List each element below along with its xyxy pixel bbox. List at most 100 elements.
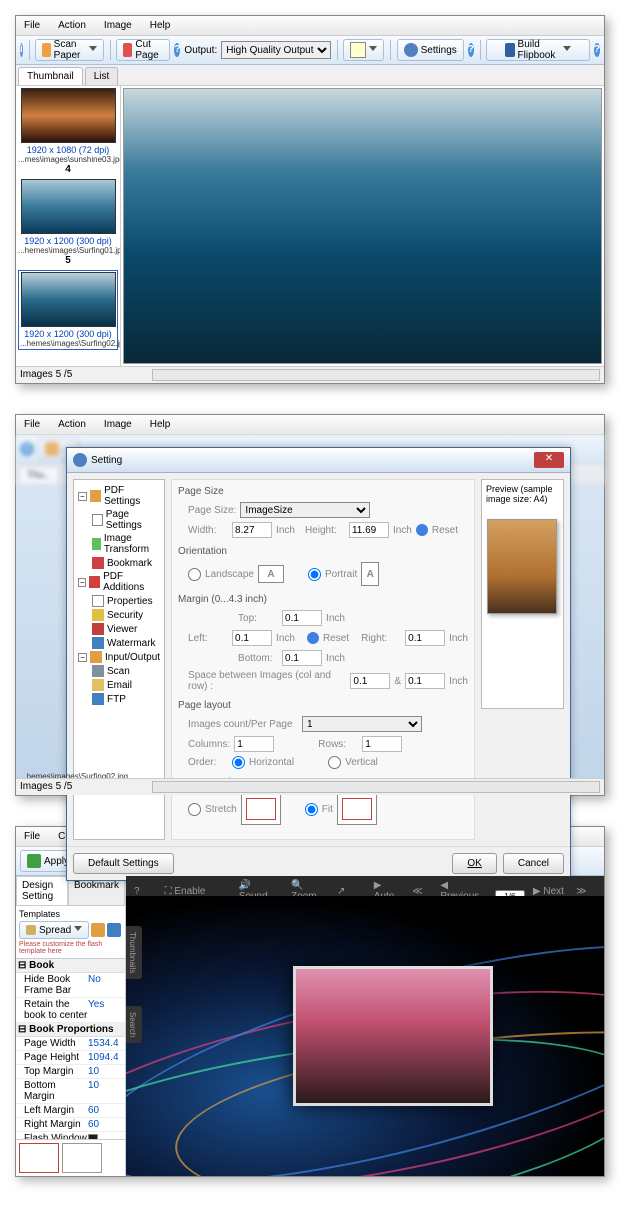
folder-icon[interactable] xyxy=(91,923,105,937)
status-text: Images 5 /5 xyxy=(20,369,72,381)
margin-left-input[interactable] xyxy=(232,630,272,646)
order-vertical-radio[interactable] xyxy=(328,756,341,769)
menu-action[interactable]: Action xyxy=(54,18,90,33)
color-picker[interactable] xyxy=(343,39,384,61)
save-icon[interactable] xyxy=(107,923,121,937)
close-button[interactable]: ✕ xyxy=(534,452,564,468)
cancel-button[interactable]: Cancel xyxy=(503,853,564,874)
margin-bottom-input[interactable] xyxy=(282,650,322,666)
prop-row[interactable]: Left Margin60 xyxy=(16,1104,125,1118)
flipbook-page[interactable] xyxy=(293,966,493,1106)
tab-thumbnail[interactable]: Thumbnail xyxy=(18,67,83,85)
tree-page-settings[interactable]: Page Settings xyxy=(106,509,160,531)
folder-icon xyxy=(90,490,101,502)
preview-thumbnail xyxy=(487,519,557,614)
tree-viewer[interactable]: Viewer xyxy=(107,624,137,635)
horizontal-scrollbar[interactable] xyxy=(152,781,600,793)
prop-row[interactable]: Bottom Margin10 xyxy=(16,1079,125,1104)
bookmark-icon xyxy=(92,557,104,569)
thumb-resolution: 1920 x 1200 (300 dpi) xyxy=(20,329,116,339)
thumb-resolution: 1920 x 1080 (72 dpi) xyxy=(18,145,118,155)
prop-row[interactable]: Page Width1534.4 xyxy=(16,1037,125,1051)
space-col-input[interactable] xyxy=(350,673,390,689)
tab-design-setting[interactable]: Design Setting xyxy=(16,876,68,905)
collapse-icon[interactable]: − xyxy=(78,653,87,662)
tree-image-transform[interactable]: Image Transform xyxy=(104,533,160,555)
tree-security[interactable]: Security xyxy=(107,610,143,621)
help-icon[interactable]: ? xyxy=(174,43,180,57)
fit-radio[interactable] xyxy=(305,803,318,816)
portrait-radio[interactable] xyxy=(308,568,321,581)
prop-row[interactable]: Right Margin60 xyxy=(16,1118,125,1132)
page-thumb[interactable] xyxy=(19,1143,59,1173)
output-quality-select[interactable]: High Quality Output xyxy=(221,41,331,59)
height-input[interactable] xyxy=(349,522,389,538)
build-flipbook-button[interactable]: Build Flipbook xyxy=(486,39,590,61)
menu-image[interactable]: Image xyxy=(100,417,136,432)
thumbnail-item[interactable]: 1920 x 1200 (300 dpi) ...hemes\images\Su… xyxy=(18,179,118,266)
page-size-select[interactable]: ImageSize xyxy=(240,502,370,518)
tree-bookmark[interactable]: Bookmark xyxy=(107,558,152,569)
menu-help[interactable]: Help xyxy=(146,417,175,432)
menu-file[interactable]: File xyxy=(20,829,44,844)
prop-row[interactable]: Hide Book Frame BarNo xyxy=(16,973,125,998)
settings-dialog: Setting ✕ −PDF Settings Page Settings Im… xyxy=(66,447,571,881)
search-tab[interactable]: Search xyxy=(126,1006,142,1043)
view-tabs: Thumbnail List xyxy=(16,65,604,86)
prop-group-header[interactable]: ⊟ Book Proportions xyxy=(16,1023,125,1037)
margin-top-input[interactable] xyxy=(282,610,322,626)
panel-settings-dialog: File Action Image Help i··· Thu.. Settin… xyxy=(15,414,605,796)
tree-scan[interactable]: Scan xyxy=(107,666,130,677)
prop-row[interactable]: Retain the book to centerYes xyxy=(16,998,125,1023)
thumbnails-tab[interactable]: Thumbnails xyxy=(126,926,142,979)
tree-email[interactable]: Email xyxy=(107,680,132,691)
cut-page-button[interactable]: Cut Page xyxy=(116,39,170,61)
tree-properties[interactable]: Properties xyxy=(107,596,153,607)
menu-image[interactable]: Image xyxy=(100,18,136,33)
help-icon[interactable]: ? xyxy=(468,43,474,57)
prop-group-header[interactable]: ⊟ Book xyxy=(16,959,125,973)
order-horizontal-radio[interactable] xyxy=(232,756,245,769)
prop-row[interactable]: Page Height1094.4 xyxy=(16,1051,125,1065)
menu-action[interactable]: Action xyxy=(54,417,90,432)
info-icon[interactable]: i xyxy=(20,43,23,57)
space-row-input[interactable] xyxy=(405,673,445,689)
width-input[interactable] xyxy=(232,522,272,538)
template-select[interactable]: Spread xyxy=(19,921,89,939)
prop-row[interactable]: Top Margin10 xyxy=(16,1065,125,1079)
chevron-down-icon xyxy=(89,46,97,54)
page-thumb[interactable] xyxy=(62,1143,102,1173)
columns-input[interactable] xyxy=(234,736,274,752)
menu-file[interactable]: File xyxy=(20,417,44,432)
menu-file[interactable]: File xyxy=(20,18,44,33)
rows-input[interactable] xyxy=(362,736,402,752)
menu-help[interactable]: Help xyxy=(146,18,175,33)
default-settings-button[interactable]: Default Settings xyxy=(73,853,174,874)
scan-paper-button[interactable]: Scan Paper xyxy=(35,39,104,61)
settings-button[interactable]: Settings xyxy=(397,39,464,61)
reset-icon[interactable] xyxy=(416,524,428,536)
thumbnail-sidebar[interactable]: 1920 x 1080 (72 dpi) ...mes\images\sunsh… xyxy=(16,86,121,366)
tree-watermark[interactable]: Watermark xyxy=(107,638,156,649)
collapse-icon[interactable]: − xyxy=(78,492,87,501)
tab-list[interactable]: List xyxy=(85,67,119,85)
chevron-down-icon xyxy=(563,46,571,54)
tree-ftp[interactable]: FTP xyxy=(107,694,126,705)
prop-row[interactable]: Flash Window Color 0x1D1D1D xyxy=(16,1132,125,1139)
properties-grid[interactable]: ⊟ BookHide Book Frame BarNoRetain the bo… xyxy=(16,959,125,1139)
thumbnail-item[interactable]: 1920 x 1200 (300 dpi) ...hemes\images\Su… xyxy=(18,270,118,350)
menubar: File Action Image Help xyxy=(16,16,604,36)
ok-button[interactable]: OK xyxy=(452,853,496,874)
stretch-radio[interactable] xyxy=(188,803,201,816)
horizontal-scrollbar[interactable] xyxy=(152,369,600,381)
gear-icon xyxy=(404,43,418,57)
templates-label: Templates xyxy=(19,909,122,919)
reset-icon[interactable] xyxy=(307,632,319,644)
design-sidebar: Design Setting Bookmark Templates Spread… xyxy=(16,876,126,1176)
margin-right-input[interactable] xyxy=(405,630,445,646)
help-icon[interactable]: ? xyxy=(594,43,600,57)
images-per-page-select[interactable]: 1 xyxy=(302,716,422,732)
landscape-radio[interactable] xyxy=(188,568,201,581)
collapse-icon[interactable]: − xyxy=(78,578,86,587)
thumbnail-item[interactable]: 1920 x 1080 (72 dpi) ...mes\images\sunsh… xyxy=(18,88,118,175)
